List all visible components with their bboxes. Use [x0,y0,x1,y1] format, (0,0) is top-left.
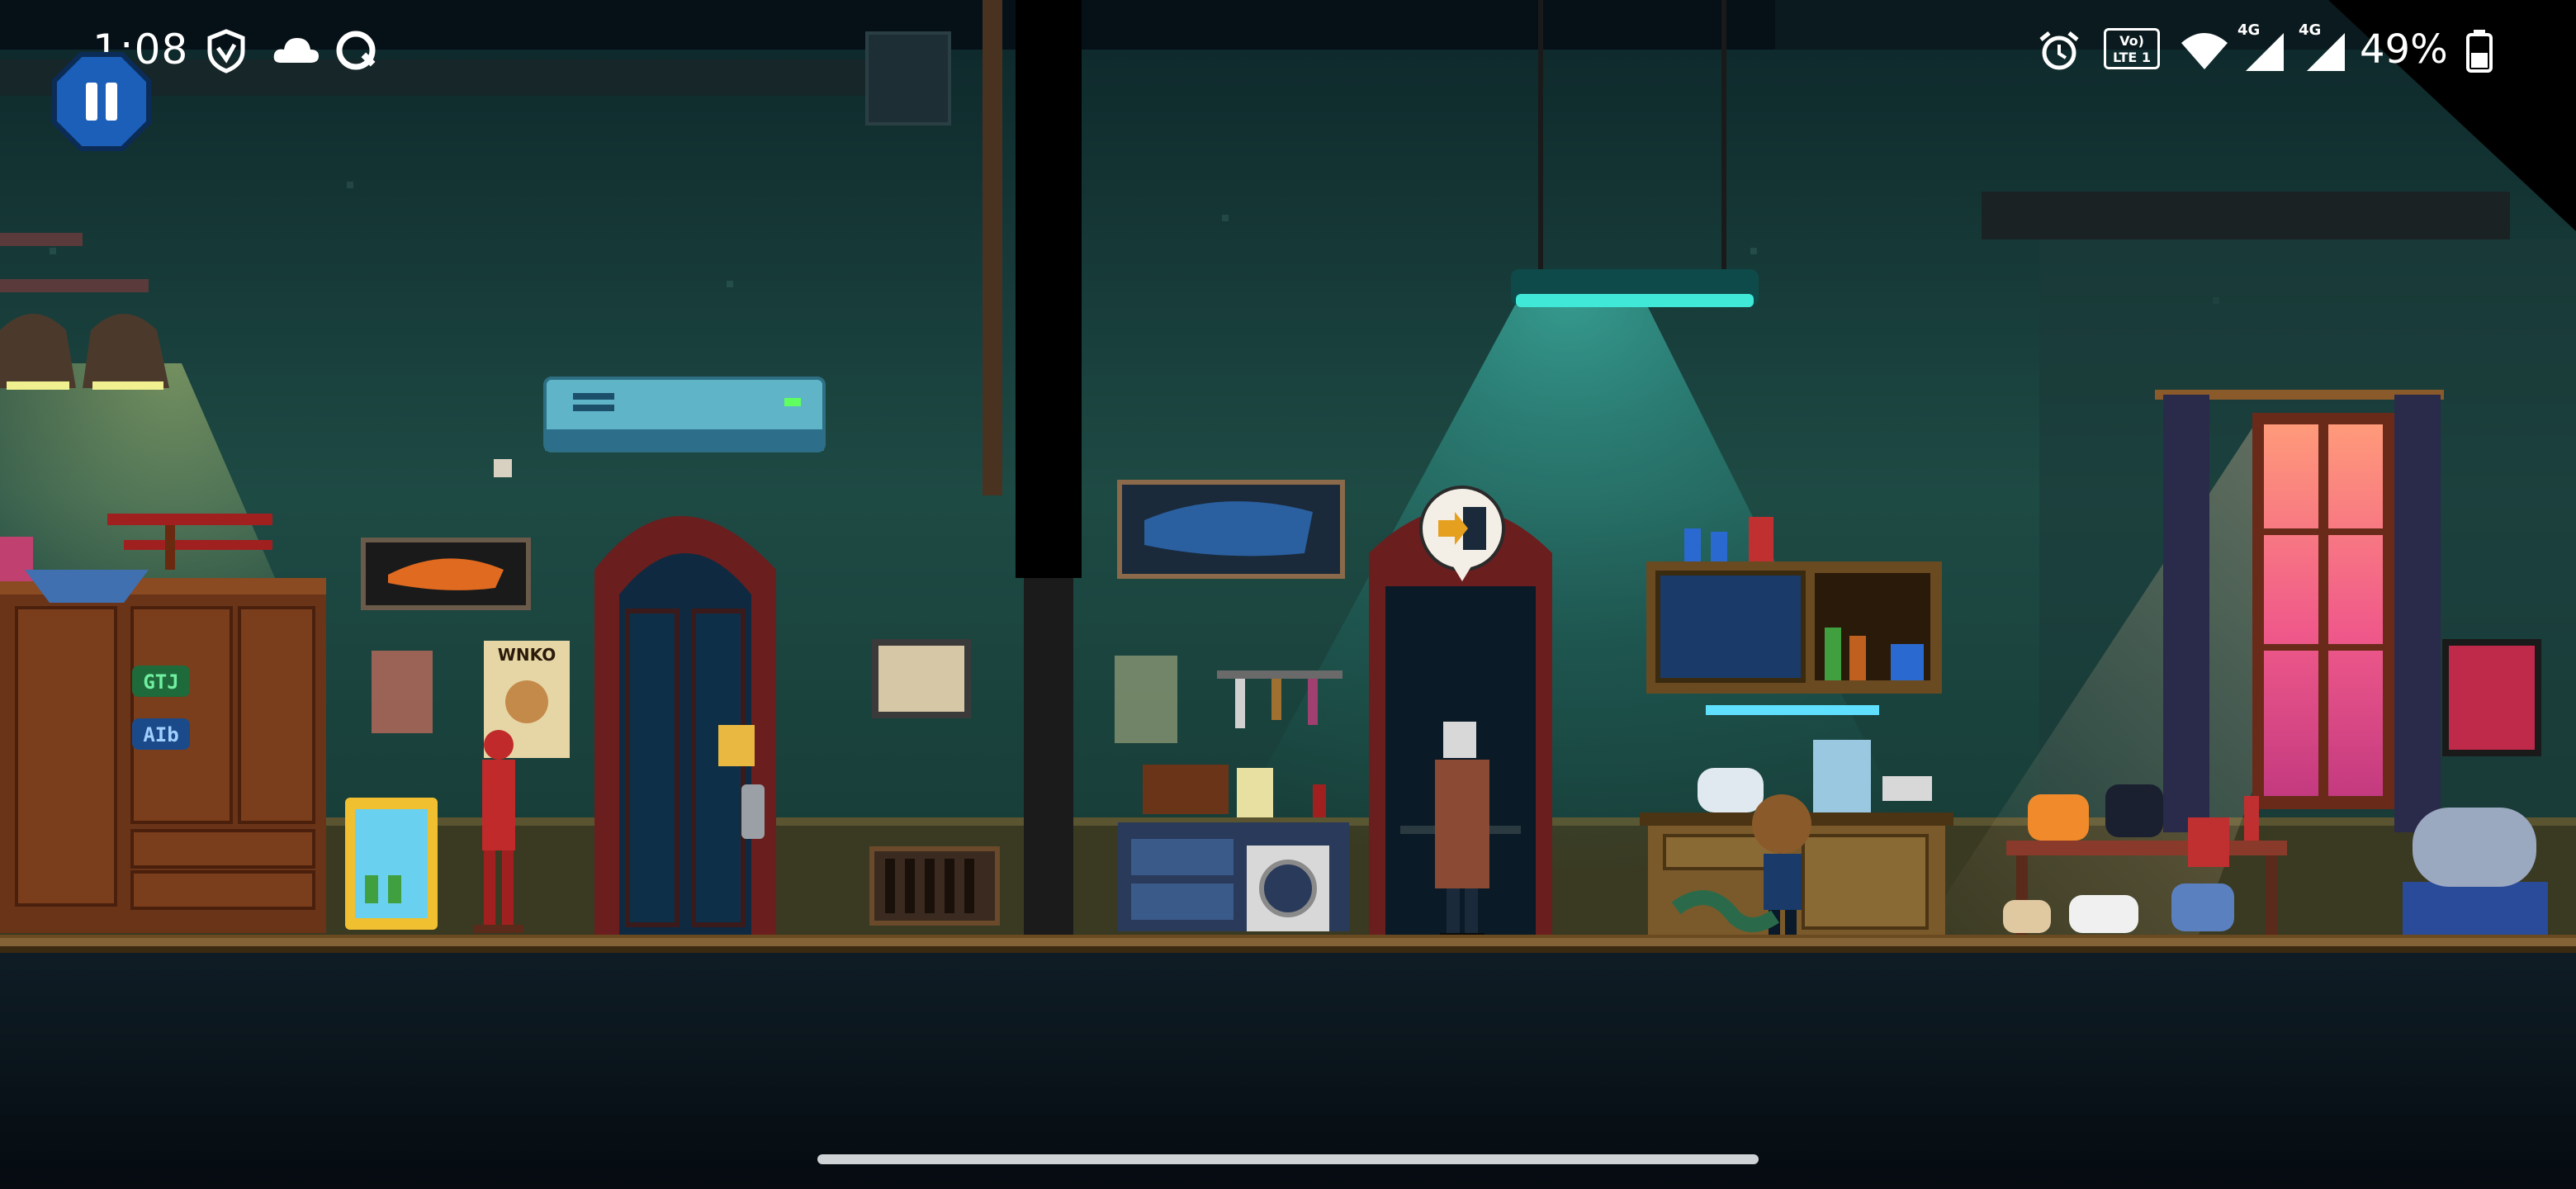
signal-icon [2246,33,2284,71]
alarm-icon [2039,31,2079,70]
battery-icon [2466,30,2493,73]
enter-door-button[interactable] [1417,486,1508,585]
home-indicator[interactable] [817,1154,1759,1164]
wifi-icon [2181,33,2228,69]
pause-button[interactable] [51,51,152,152]
volte-icon: Vo) LTE 1 [2104,28,2160,69]
cloud-icon [273,38,319,63]
signal-icon-2 [2307,33,2345,71]
wanted-poster-title: WNKO [498,645,556,665]
game-screen[interactable]: GTJ AIb WNKO 1:08 Vo) LTE 1 4G 4G 49% [0,0,2576,1189]
battery-percent: 49% [2360,26,2448,73]
cabinet-label-top: GTJ [143,670,178,694]
cabinet-label-bottom: AIb [143,723,178,746]
q-app-icon [336,31,376,70]
status-bar: 1:08 Vo) LTE 1 4G 4G 49% [0,0,2576,99]
shield-icon [207,29,245,73]
game-scene[interactable]: GTJ AIb WNKO [0,0,2576,1189]
